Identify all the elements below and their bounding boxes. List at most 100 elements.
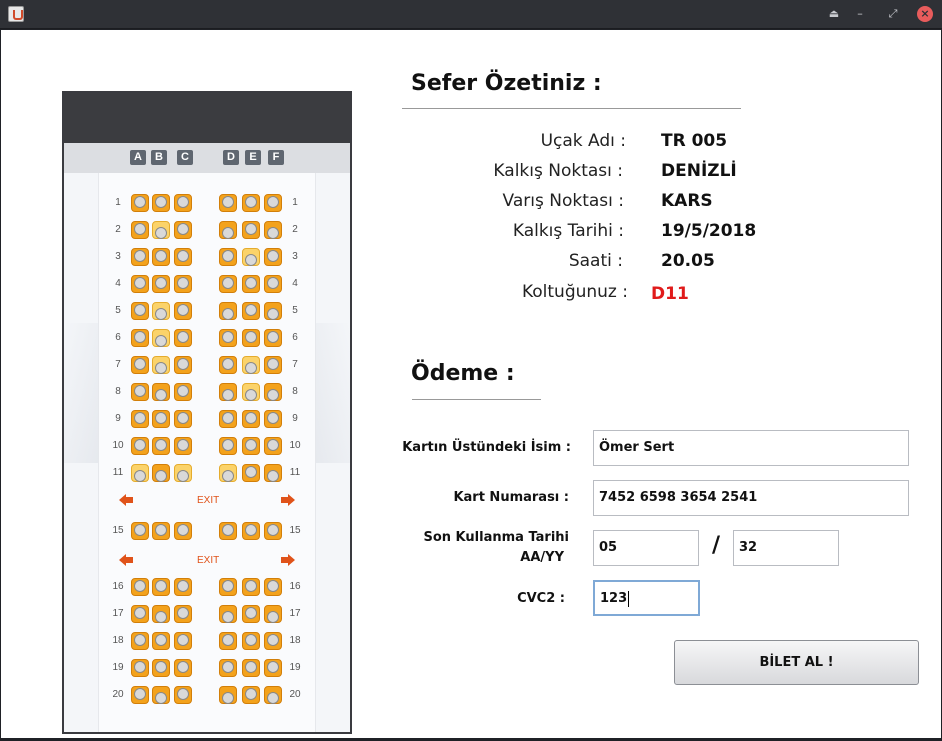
seat-4a[interactable] <box>131 275 149 293</box>
seat-6d[interactable] <box>219 329 237 347</box>
seat-15e[interactable] <box>242 522 260 540</box>
seat-2e[interactable] <box>242 221 260 239</box>
seat-5c[interactable] <box>174 302 192 320</box>
seat-9a[interactable] <box>131 410 149 428</box>
seat-10a[interactable] <box>131 437 149 455</box>
seat-11f[interactable] <box>264 464 282 482</box>
seat-1b[interactable] <box>152 194 170 212</box>
seat-3c[interactable] <box>174 248 192 266</box>
seat-2f[interactable] <box>264 221 282 239</box>
seat-20f[interactable] <box>264 686 282 704</box>
seat-10f[interactable] <box>264 437 282 455</box>
seat-17c[interactable] <box>174 605 192 623</box>
seat-7e[interactable] <box>242 356 260 374</box>
seat-1d[interactable] <box>219 194 237 212</box>
seat-5d[interactable] <box>219 302 237 320</box>
seat-20c[interactable] <box>174 686 192 704</box>
seat-17a[interactable] <box>131 605 149 623</box>
seat-9f[interactable] <box>264 410 282 428</box>
seat-11a[interactable] <box>131 464 149 482</box>
seat-11c[interactable] <box>174 464 192 482</box>
seat-3b[interactable] <box>152 248 170 266</box>
seat-3f[interactable] <box>264 248 282 266</box>
eject-icon[interactable]: ⏏ <box>826 6 842 22</box>
seat-6e[interactable] <box>242 329 260 347</box>
seat-2a[interactable] <box>131 221 149 239</box>
seat-3a[interactable] <box>131 248 149 266</box>
seat-18e[interactable] <box>242 632 260 650</box>
seat-16c[interactable] <box>174 578 192 596</box>
seat-6c[interactable] <box>174 329 192 347</box>
seat-19c[interactable] <box>174 659 192 677</box>
seat-7d[interactable] <box>219 356 237 374</box>
seat-9d[interactable] <box>219 410 237 428</box>
seat-2d[interactable] <box>219 221 237 239</box>
seat-19e[interactable] <box>242 659 260 677</box>
seat-4b[interactable] <box>152 275 170 293</box>
seat-17f[interactable] <box>264 605 282 623</box>
seat-1e[interactable] <box>242 194 260 212</box>
seat-4e[interactable] <box>242 275 260 293</box>
seat-8d[interactable] <box>219 383 237 401</box>
seat-9b[interactable] <box>152 410 170 428</box>
seat-20e[interactable] <box>242 686 260 704</box>
seat-3e[interactable] <box>242 248 260 266</box>
minimize-icon[interactable]: – <box>852 6 868 22</box>
seat-20b[interactable] <box>152 686 170 704</box>
seat-6f[interactable] <box>264 329 282 347</box>
seat-5e[interactable] <box>242 302 260 320</box>
seat-15f[interactable] <box>264 522 282 540</box>
seat-20a[interactable] <box>131 686 149 704</box>
close-icon[interactable]: × <box>917 6 933 22</box>
seat-9c[interactable] <box>174 410 192 428</box>
seat-18a[interactable] <box>131 632 149 650</box>
seat-4c[interactable] <box>174 275 192 293</box>
seat-10e[interactable] <box>242 437 260 455</box>
seat-2c[interactable] <box>174 221 192 239</box>
seat-20d[interactable] <box>219 686 237 704</box>
card-name-input[interactable]: Ömer Sert <box>593 430 909 466</box>
seat-16d[interactable] <box>219 578 237 596</box>
seat-5a[interactable] <box>131 302 149 320</box>
seat-8f[interactable] <box>264 383 282 401</box>
seat-7a[interactable] <box>131 356 149 374</box>
expiry-month-input[interactable]: 05 <box>593 530 699 566</box>
seat-8c[interactable] <box>174 383 192 401</box>
seat-1c[interactable] <box>174 194 192 212</box>
seat-15b[interactable] <box>152 522 170 540</box>
seat-8e[interactable] <box>242 383 260 401</box>
seat-19f[interactable] <box>264 659 282 677</box>
seat-1a[interactable] <box>131 194 149 212</box>
seat-8b[interactable] <box>152 383 170 401</box>
seat-7f[interactable] <box>264 356 282 374</box>
seat-19a[interactable] <box>131 659 149 677</box>
seat-19b[interactable] <box>152 659 170 677</box>
seat-15c[interactable] <box>174 522 192 540</box>
seat-17e[interactable] <box>242 605 260 623</box>
seat-15a[interactable] <box>131 522 149 540</box>
seat-7c[interactable] <box>174 356 192 374</box>
seat-16a[interactable] <box>131 578 149 596</box>
seat-9e[interactable] <box>242 410 260 428</box>
seat-18f[interactable] <box>264 632 282 650</box>
seat-18c[interactable] <box>174 632 192 650</box>
seat-17d[interactable] <box>219 605 237 623</box>
seat-17b[interactable] <box>152 605 170 623</box>
seat-5f[interactable] <box>264 302 282 320</box>
seat-18d[interactable] <box>219 632 237 650</box>
seat-10d[interactable] <box>219 437 237 455</box>
seat-15d[interactable] <box>219 522 237 540</box>
seat-6a[interactable] <box>131 329 149 347</box>
seat-16b[interactable] <box>152 578 170 596</box>
seat-11b[interactable] <box>152 464 170 482</box>
seat-11e[interactable] <box>242 464 260 482</box>
seat-6b[interactable] <box>152 329 170 347</box>
seat-10b[interactable] <box>152 437 170 455</box>
cvc-input[interactable]: 123 <box>593 580 700 616</box>
seat-1f[interactable] <box>264 194 282 212</box>
seat-10c[interactable] <box>174 437 192 455</box>
seat-4f[interactable] <box>264 275 282 293</box>
seat-16f[interactable] <box>264 578 282 596</box>
seat-8a[interactable] <box>131 383 149 401</box>
card-number-input[interactable]: 7452 6598 3654 2541 <box>593 480 909 516</box>
